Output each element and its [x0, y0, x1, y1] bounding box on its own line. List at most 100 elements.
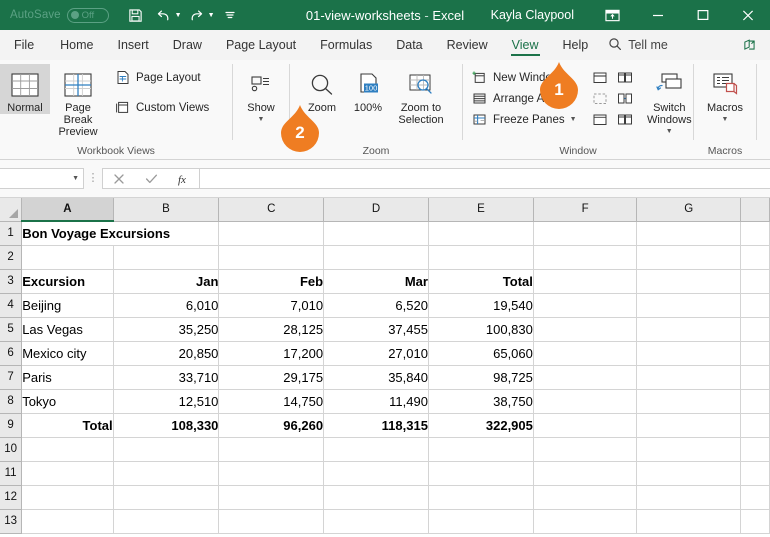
cell-h1[interactable]	[740, 221, 770, 246]
cell-c12[interactable]	[218, 485, 325, 510]
cell-e13[interactable]	[428, 509, 534, 534]
cell-c9[interactable]: 96,260	[218, 413, 325, 438]
cell-f11[interactable]	[533, 461, 638, 486]
autosave-control[interactable]: AutoSave Off	[10, 7, 109, 23]
cell-g9[interactable]	[636, 413, 741, 438]
cell-e2[interactable]	[428, 245, 534, 270]
maximize-icon[interactable]	[680, 0, 725, 30]
cell-g3[interactable]	[636, 269, 741, 294]
freeze-panes-dropdown-caret[interactable]: ▼	[570, 116, 577, 123]
cell-d10[interactable]	[323, 437, 429, 462]
user-account-name[interactable]: Kayla Claypool	[491, 8, 574, 22]
cell-g11[interactable]	[636, 461, 741, 486]
name-box[interactable]: ▼	[0, 168, 84, 189]
tab-data[interactable]: Data	[384, 30, 434, 60]
cell-h7[interactable]	[740, 365, 770, 390]
row-header-8[interactable]: 8	[0, 389, 23, 414]
macros-button[interactable]: Macros ▼	[694, 64, 756, 126]
redo-dropdown-caret[interactable]: ▼	[208, 12, 215, 19]
cell-d6[interactable]: 27,010	[323, 341, 429, 366]
cell-h2[interactable]	[740, 245, 770, 270]
formula-bar-grip[interactable]: ⋮	[84, 173, 102, 184]
row-header-13[interactable]: 13	[0, 509, 23, 534]
row-header-10[interactable]: 10	[0, 437, 23, 462]
cell-a7[interactable]: Paris	[21, 365, 114, 390]
cell-h6[interactable]	[740, 341, 770, 366]
cell-b4[interactable]: 6,010	[113, 293, 220, 318]
cell-h8[interactable]	[740, 389, 770, 414]
cell-f3[interactable]	[533, 269, 638, 294]
cell-b10[interactable]	[113, 437, 220, 462]
column-header-h-partial[interactable]	[740, 198, 770, 222]
cell-a9[interactable]: Total	[21, 413, 114, 438]
cell-f8[interactable]	[533, 389, 638, 414]
cell-b12[interactable]	[113, 485, 220, 510]
cell-d11[interactable]	[323, 461, 429, 486]
new-window-button[interactable]: New Window	[467, 67, 581, 88]
column-header-c[interactable]: C	[218, 198, 325, 222]
cell-a8[interactable]: Tokyo	[21, 389, 114, 414]
select-all-corner[interactable]	[0, 198, 23, 222]
cell-c6[interactable]: 17,200	[218, 341, 325, 366]
column-header-g[interactable]: G	[636, 198, 741, 222]
zoom-button[interactable]: Zoom	[298, 64, 346, 114]
name-box-dropdown-caret[interactable]: ▼	[72, 175, 79, 182]
cell-g1[interactable]	[636, 221, 741, 246]
tab-view[interactable]: View	[500, 30, 551, 60]
cell-h4[interactable]	[740, 293, 770, 318]
cell-h5[interactable]	[740, 317, 770, 342]
row-header-6[interactable]: 6	[0, 341, 23, 366]
row-header-2[interactable]: 2	[0, 245, 23, 270]
cell-b9[interactable]: 108,330	[113, 413, 220, 438]
cell-f12[interactable]	[533, 485, 638, 510]
cell-d13[interactable]	[323, 509, 429, 534]
cell-f13[interactable]	[533, 509, 638, 534]
cell-a13[interactable]	[21, 509, 114, 534]
zoom-100-button[interactable]: 100 100%	[346, 64, 390, 114]
cancel-icon[interactable]	[103, 169, 135, 188]
tab-help[interactable]: Help	[551, 30, 601, 60]
cell-a11[interactable]	[21, 461, 114, 486]
cell-d9[interactable]: 118,315	[323, 413, 429, 438]
synchronous-scrolling-icon[interactable]	[614, 89, 636, 108]
minimize-icon[interactable]	[635, 0, 680, 30]
cell-g13[interactable]	[636, 509, 741, 534]
share-icon[interactable]	[730, 30, 770, 60]
cell-c5[interactable]: 28,125	[218, 317, 325, 342]
cell-f4[interactable]	[533, 293, 638, 318]
row-header-5[interactable]: 5	[0, 317, 23, 342]
cell-b11[interactable]	[113, 461, 220, 486]
column-header-f[interactable]: F	[533, 198, 638, 222]
cell-h10[interactable]	[740, 437, 770, 462]
normal-view-button[interactable]: Normal	[0, 64, 50, 114]
cell-f1[interactable]	[533, 221, 638, 246]
cell-g6[interactable]	[636, 341, 741, 366]
tab-file[interactable]: File	[0, 30, 48, 60]
cell-d7[interactable]: 35,840	[323, 365, 429, 390]
cell-b13[interactable]	[113, 509, 220, 534]
cell-c1[interactable]	[218, 221, 325, 246]
cell-e11[interactable]	[428, 461, 534, 486]
show-button[interactable]: Show ▼	[233, 64, 289, 126]
cell-f7[interactable]	[533, 365, 638, 390]
cell-e10[interactable]	[428, 437, 534, 462]
column-header-b[interactable]: B	[113, 198, 220, 222]
row-header-3[interactable]: 3	[0, 269, 23, 294]
tab-home[interactable]: Home	[48, 30, 105, 60]
cell-h11[interactable]	[740, 461, 770, 486]
cell-a6[interactable]: Mexico city	[21, 341, 114, 366]
undo-dropdown-caret[interactable]: ▼	[175, 12, 182, 19]
ribbon-display-options-icon[interactable]	[590, 0, 635, 30]
page-break-preview-button[interactable]: Page Break Preview	[50, 64, 106, 138]
cell-d1[interactable]	[323, 221, 429, 246]
cell-g4[interactable]	[636, 293, 741, 318]
cell-d5[interactable]: 37,455	[323, 317, 429, 342]
tab-formulas[interactable]: Formulas	[308, 30, 384, 60]
cell-e12[interactable]	[428, 485, 534, 510]
save-icon[interactable]	[123, 3, 149, 27]
switch-windows-button[interactable]: Switch Windows ▼	[646, 64, 693, 138]
row-header-9[interactable]: 9	[0, 413, 23, 438]
row-header-4[interactable]: 4	[0, 293, 23, 318]
macros-dropdown-caret[interactable]: ▼	[722, 114, 729, 126]
cell-g2[interactable]	[636, 245, 741, 270]
